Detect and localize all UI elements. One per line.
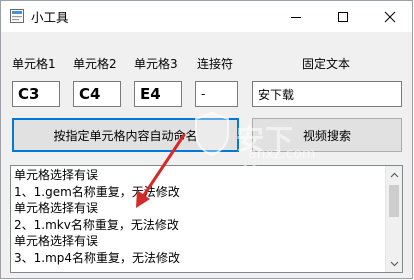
close-icon [384, 11, 396, 22]
video-search-button[interactable]: 视频搜索 [252, 118, 402, 152]
auto-rename-button[interactable]: 按指定单元格内容自动命名 [12, 118, 239, 152]
vertical-scrollbar[interactable] [385, 166, 402, 272]
scroll-down-button[interactable] [386, 255, 402, 272]
app-icon [10, 9, 24, 23]
log-line: 单元格选择有误 [14, 201, 99, 215]
connector-input[interactable] [195, 81, 238, 107]
log-line: 2、1.mkv名称重复，无法修改 [14, 217, 179, 232]
log-line: 1、1.gem名称重复，无法修改 [14, 184, 180, 199]
fixed-text-input[interactable] [252, 81, 402, 107]
cell3-input[interactable] [134, 81, 182, 107]
chevron-up-icon [390, 172, 398, 177]
label-connector: 连接符 [197, 57, 234, 71]
log-output[interactable]: 单元格选择有误 1、1.gem名称重复，无法修改 单元格选择有误 2、1.mkv… [10, 165, 403, 273]
minimize-icon [291, 16, 301, 18]
label-fixed-text: 固定文本 [302, 57, 351, 71]
minimize-button[interactable] [274, 1, 318, 32]
log-line: 单元格选择有误 [14, 168, 99, 182]
cell2-input[interactable] [73, 81, 121, 107]
label-cell3: 单元格3 [134, 57, 178, 71]
log-line: 单元格选择有误 [14, 234, 99, 248]
label-cell2: 单元格2 [73, 57, 117, 71]
log-lines: 单元格选择有误 1、1.gem名称重复，无法修改 单元格选择有误 2、1.mkv… [14, 167, 384, 266]
maximize-button[interactable] [321, 1, 365, 32]
maximize-icon [338, 11, 348, 22]
label-cell1: 单元格1 [12, 57, 56, 71]
scrollbar-thumb[interactable] [389, 185, 399, 217]
window-title: 小工具 [31, 10, 69, 25]
scroll-up-button[interactable] [386, 166, 402, 183]
close-button[interactable] [368, 1, 412, 32]
app-window: 小工具 单元格1 单元格2 单元格3 连接符 固定文本 按指定单元格内容自动命名… [0, 0, 413, 279]
title-bar[interactable]: 小工具 [1, 1, 412, 32]
log-line: 3、1.mp4名称重复，无法修改 [14, 250, 181, 265]
cell1-input[interactable] [12, 81, 60, 107]
chevron-down-icon [390, 261, 398, 266]
